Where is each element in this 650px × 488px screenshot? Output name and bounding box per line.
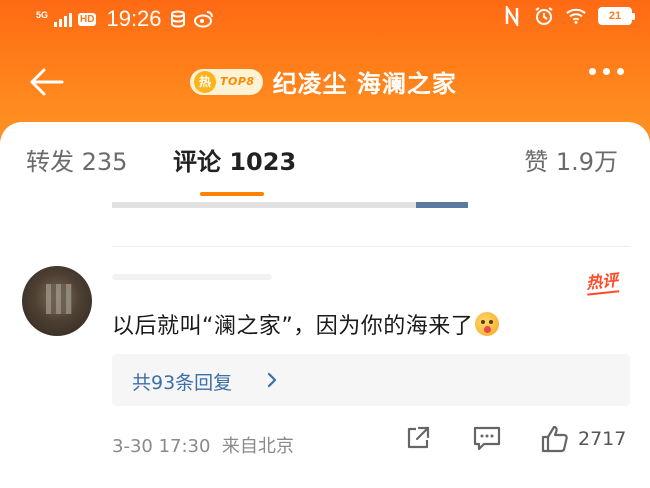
- avatar[interactable]: [22, 266, 92, 336]
- tab-bar: 转发 235 评论 1023 赞 1.9万: [0, 142, 650, 196]
- more-icon[interactable]: [589, 68, 624, 75]
- tab-comment[interactable]: 评论 1023: [173, 142, 296, 177]
- status-bar-right: 21: [502, 6, 635, 26]
- chevron-right-icon: [266, 370, 278, 394]
- top-navigation: 热 TOP8 纪凌尘 海澜之家: [0, 58, 650, 106]
- comment-text: 以后就叫“澜之家”，因为你的海来了: [112, 308, 500, 340]
- status-bar: 5G HD 19:26 21: [0, 0, 650, 36]
- hd-badge: HD: [78, 12, 97, 26]
- like-button[interactable]: 2717: [540, 424, 626, 454]
- scrollbar-track[interactable]: [112, 202, 468, 208]
- status-bar-left: 5G HD 19:26: [36, 6, 214, 32]
- comment-actions: 2717: [0, 424, 650, 464]
- hot-rank-label: TOP8: [220, 75, 255, 88]
- username-redacted: [112, 274, 272, 280]
- alarm-icon: [534, 6, 554, 26]
- scrollbar-thumb[interactable]: [416, 202, 468, 208]
- reply-count-link[interactable]: 共93条回复: [132, 368, 232, 395]
- signal-icon: [54, 11, 73, 27]
- smirk-emoji-icon: [475, 312, 500, 336]
- active-tab-indicator: [200, 192, 264, 196]
- share-icon: [407, 426, 430, 449]
- content-sheet: 转发 235 评论 1023 赞 1.9万 热评 以后就叫“澜之家”，因为你的海…: [0, 122, 650, 488]
- wifi-icon: [566, 6, 586, 26]
- share-button[interactable]: [404, 424, 432, 452]
- storage-icon: [168, 9, 188, 29]
- clock: 19:26: [106, 6, 162, 31]
- weibo-icon: [193, 9, 214, 29]
- nfc-icon: [502, 6, 522, 26]
- like-icon: [541, 425, 568, 453]
- title-group[interactable]: 热 TOP8 纪凌尘 海澜之家: [190, 64, 457, 99]
- page-title: 纪凌尘 海澜之家: [272, 70, 457, 98]
- back-arrow-icon[interactable]: [26, 64, 66, 100]
- tab-like[interactable]: 赞 1.9万: [524, 142, 618, 177]
- tab-repost[interactable]: 转发 235: [26, 142, 127, 177]
- hot-comment-badge: 热评: [584, 266, 620, 296]
- battery-indicator: 21: [598, 7, 635, 25]
- like-count: 2717: [578, 428, 627, 450]
- comment-body: 以后就叫“澜之家”，因为你的海来了: [112, 314, 474, 339]
- reply-button[interactable]: [472, 424, 502, 452]
- hot-icon: 热: [194, 70, 216, 93]
- comment-icon: [473, 426, 501, 451]
- network-type: 5G: [36, 9, 49, 20]
- reply-summary-box[interactable]: 共93条回复: [112, 354, 630, 406]
- hot-rank-badge: 热 TOP8: [190, 68, 263, 95]
- avatar-mosaic: [46, 284, 72, 314]
- divider: [112, 246, 630, 247]
